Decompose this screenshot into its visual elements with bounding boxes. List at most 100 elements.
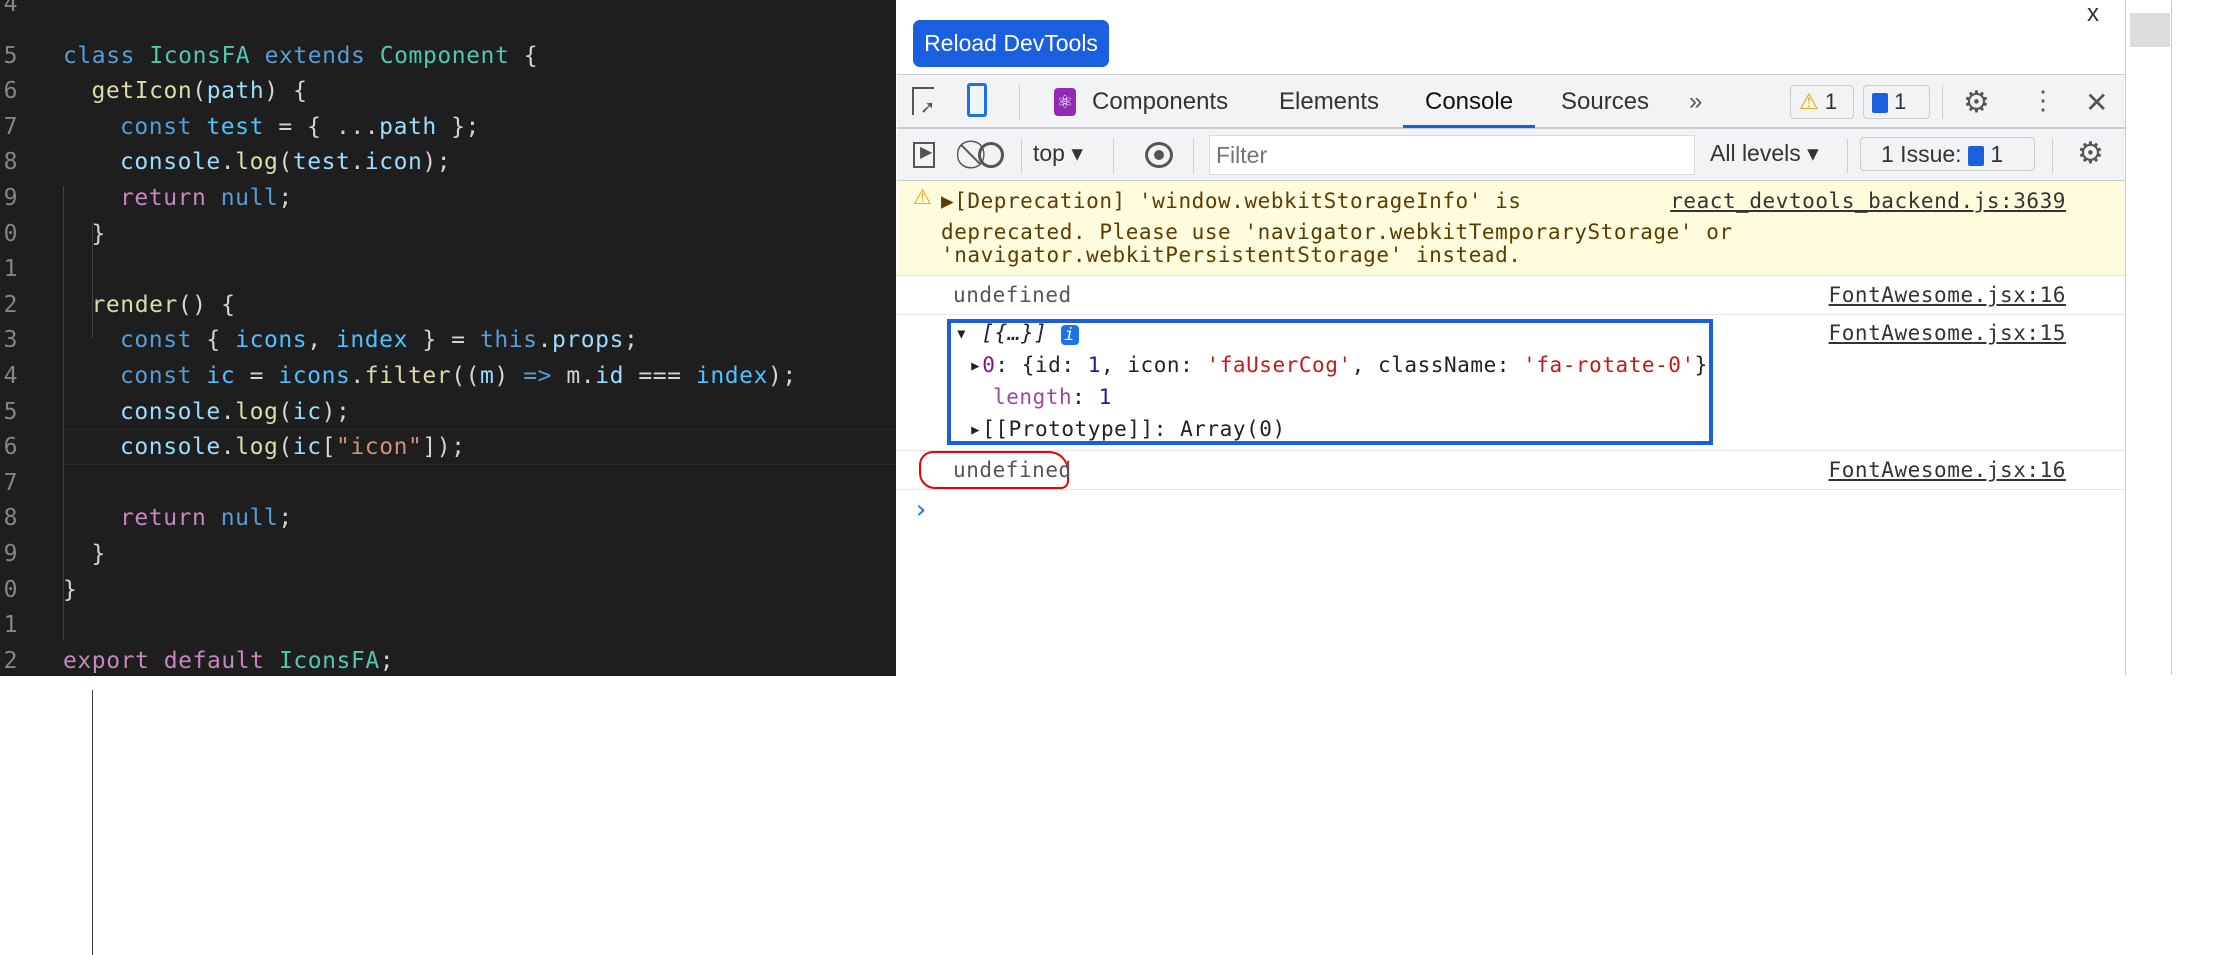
array-item[interactable]: ▸0: {id: 1, icon: 'faUserCog', className… (969, 353, 1708, 377)
code-token: ; (278, 505, 293, 532)
code-token: return (120, 505, 221, 532)
source-link[interactable]: FontAwesome.jsx:16 (1829, 458, 2066, 482)
message-icon (1872, 93, 1888, 114)
log-value: undefined (953, 283, 1072, 307)
line-number: 1 (3, 612, 18, 639)
code-token: ); (422, 149, 452, 176)
code-token: filter (364, 363, 452, 389)
issues-count: 1 (1990, 141, 2004, 167)
reload-devtools-button[interactable]: Reload DevTools (913, 20, 1109, 67)
code-token: ic (292, 434, 322, 461)
code-token: } (91, 220, 106, 247)
line-number: 9 (3, 185, 18, 211)
device-toggle-icon[interactable] (967, 83, 987, 117)
code-token: log (235, 434, 279, 461)
context-value: top (1033, 140, 1065, 166)
eye-icon[interactable] (1145, 142, 1173, 168)
warnings-badge[interactable]: ⚠ 1 (1790, 85, 1854, 119)
console-log-message: undefined FontAwesome.jsx:16 (897, 451, 2125, 490)
warning-count: 1 (1824, 89, 1838, 114)
scrollbar-thumb[interactable] (2130, 13, 2170, 47)
code-token: m (479, 363, 495, 389)
warning-text-line[interactable]: ▶[Deprecation] 'window.webkitStorageInfo… (941, 189, 1522, 213)
log-levels-select[interactable]: All levels ▾ (1710, 140, 1819, 167)
log-levels-value: All levels (1710, 140, 1801, 166)
code-token: id (595, 363, 624, 389)
code-line[interactable]: export default IconsFA; (63, 643, 394, 679)
clear-console-icon[interactable] (978, 142, 1004, 168)
tab-elements[interactable]: Elements (1279, 75, 1379, 128)
code-token: icon (364, 149, 423, 176)
close-icon[interactable]: x (2087, 0, 2099, 28)
source-link[interactable]: react_devtools_backend.js:3639 (1670, 189, 2066, 213)
array-prototype[interactable]: ▸[[Prototype]]: Array(0) (969, 417, 1286, 441)
code-token: log (235, 398, 279, 425)
issue-icon (1967, 145, 1984, 166)
console-toolbar: ▶ ⃠ top ▾ All levels ▾ 1 Issue: 1 ⚙ (897, 128, 2125, 181)
tab-sources[interactable]: Sources (1561, 75, 1649, 128)
line-number: 6 (3, 78, 18, 105)
kebab-menu-icon[interactable]: ⋮ (2030, 85, 2056, 116)
code-token: index (695, 363, 768, 389)
tab-console[interactable]: Console (1403, 75, 1536, 128)
code-token: () { (177, 291, 236, 318)
line-number: 7 (3, 469, 18, 496)
code-line[interactable]: } (92, 216, 106, 252)
react-components-icon: ⚛ (1054, 88, 1076, 116)
code-token: ; (278, 185, 293, 211)
devtools-tabbar: ➚ ⚛ Components Elements Console Sources … (897, 74, 2125, 128)
divider (2125, 0, 2126, 675)
code-line[interactable]: } (92, 536, 106, 572)
info-icon[interactable]: i (1060, 325, 1079, 345)
close-devtools-icon[interactable]: ✕ (2085, 86, 2108, 119)
issues-label: 1 Issue: (1881, 141, 1962, 167)
filter-input[interactable] (1209, 135, 1695, 175)
code-line[interactable]: render() { (92, 287, 236, 323)
code-token: ( (278, 434, 293, 461)
code-token: } (91, 541, 106, 567)
code-line[interactable]: const { icons, index } = this.props; (120, 322, 638, 358)
inspect-element-icon[interactable]: ➚ (912, 87, 935, 117)
code-token: ) (494, 363, 524, 389)
code-token: "icon" (336, 434, 423, 461)
code-line[interactable]: return null; (120, 180, 293, 216)
messages-badge[interactable]: 1 (1863, 85, 1930, 119)
more-tabs-icon[interactable]: » (1689, 75, 1702, 128)
code-token: (( (451, 363, 480, 389)
code-token: . (220, 149, 236, 176)
code-line[interactable]: class IconsFA extends Component { (63, 38, 538, 74)
line-number: 7 (3, 113, 18, 140)
line-number: 5 (3, 398, 18, 425)
array-expand-toggle[interactable]: ▾ [{…}] i (955, 321, 1079, 345)
context-select[interactable]: top ▾ (1033, 140, 1083, 167)
issues-button[interactable]: 1 Issue: 1 (1860, 137, 2035, 171)
sidebar-toggle-icon[interactable]: ▶ (913, 142, 935, 168)
code-editor[interactable]: 4 5 class IconsFA extends Component { 6 getI… (0, 0, 896, 955)
code-token: === (623, 363, 696, 389)
console-output: ⚠ ▶[Deprecation] 'window.webkitStorageIn… (897, 181, 2125, 695)
source-link[interactable]: FontAwesome.jsx:15 (1829, 321, 2066, 345)
code-line[interactable]: console.log(ic); (120, 394, 350, 430)
indent-guide (92, 222, 93, 338)
code-line[interactable]: const ic = icons.filter((m) => m.id === … (120, 358, 797, 394)
source-link[interactable]: FontAwesome.jsx:16 (1829, 283, 2066, 307)
code-line[interactable]: const test = { ...path }; (120, 109, 480, 145)
code-token: . (350, 149, 365, 176)
console-log-message: undefined FontAwesome.jsx:16 (897, 276, 2125, 315)
code-token: ( (278, 398, 293, 425)
code-token: ) { (264, 78, 308, 105)
code-line[interactable]: } (63, 572, 77, 608)
code-line[interactable]: console.log(test.icon); (120, 144, 451, 180)
code-token: getIcon (91, 78, 193, 105)
code-line[interactable]: console.log(ic["icon"]); (120, 429, 466, 465)
tab-components[interactable]: Components (1092, 75, 1228, 128)
array-length: length: 1 (993, 385, 1112, 409)
console-settings-icon[interactable]: ⚙ (2077, 136, 2104, 171)
code-line[interactable]: return null; (120, 500, 293, 536)
settings-gear-icon[interactable]: ⚙ (1963, 85, 1990, 120)
code-token: ( (278, 149, 293, 176)
line-number: 4 (3, 0, 18, 17)
line-number: 8 (3, 149, 18, 176)
console-prompt[interactable]: › (913, 495, 929, 525)
code-line[interactable]: getIcon(path) { (92, 73, 308, 109)
